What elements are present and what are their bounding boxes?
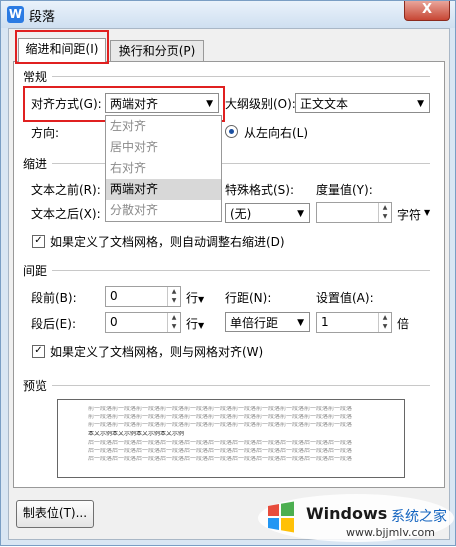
preview-line: 后一段落后一段落后一段落后一段落后一段落后一段落后一段落后一段落后一段落后一段落…: [88, 448, 353, 454]
spinner-arrows-icon[interactable]: ▲ ▼: [378, 203, 391, 222]
radio-dot-icon: [229, 129, 234, 134]
auto-right-indent-label: 如果定义了文档网格，则自动调整右缩进(D): [50, 235, 285, 249]
spinner-arrows-icon[interactable]: ▲ ▼: [167, 287, 180, 306]
outline-level-label: 大纲级别(O):: [225, 97, 296, 111]
space-before-unit[interactable]: 行▼: [186, 289, 204, 306]
indent-before-label: 文本之前(R):: [31, 183, 101, 197]
tab-stops-button[interactable]: 制表位(T)...: [16, 500, 94, 528]
space-before-input[interactable]: 0 ▲ ▼: [105, 286, 181, 307]
setting-value-input[interactable]: 1 ▲ ▼: [316, 312, 392, 333]
special-format-select[interactable]: (无) ▼: [225, 203, 310, 223]
dropdown-option-right[interactable]: 右对齐: [106, 158, 221, 179]
chevron-down-icon: ▼: [297, 209, 304, 219]
setting-value: 1: [321, 315, 329, 329]
ltr-radio[interactable]: [225, 125, 238, 138]
watermark-suffix: 系统之家: [391, 509, 447, 525]
spinner-arrows-icon[interactable]: ▲ ▼: [167, 313, 180, 332]
chevron-down-icon[interactable]: ▼: [424, 208, 430, 217]
tab-line-page-break[interactable]: 换行和分页(P): [110, 40, 204, 63]
line-spacing-value: 单倍行距: [230, 316, 279, 330]
dropdown-option-center[interactable]: 居中对齐: [106, 137, 221, 158]
divider: [52, 76, 430, 77]
dropdown-option-distributed[interactable]: 分散对齐: [106, 200, 221, 221]
spinner-arrows-icon[interactable]: ▲ ▼: [378, 313, 391, 332]
space-before-value: 0: [110, 289, 118, 303]
measure-input[interactable]: ▲ ▼: [316, 202, 392, 223]
line-spacing-select[interactable]: 单倍行距 ▼: [225, 312, 310, 332]
direction-label: 方向:: [31, 126, 60, 140]
outline-level-select[interactable]: 正文文本 ▼: [295, 93, 430, 113]
preview-line: 后一段落后一段落后一段落后一段落后一段落后一段落后一段落后一段落后一段落后一段落…: [88, 456, 353, 462]
watermark: Windows 系统之家 www.bjjmlv.com: [258, 490, 454, 544]
line-spacing-label: 行距(N):: [225, 291, 272, 305]
preview-line: 后一段落后一段落后一段落后一段落后一段落后一段落后一段落后一段落后一段落后一段落…: [88, 440, 353, 446]
section-indent: 缩进: [23, 157, 48, 171]
close-button[interactable]: X: [404, 1, 450, 21]
chevron-down-icon: ▼: [297, 318, 304, 328]
space-before-label: 段前(B):: [31, 291, 77, 305]
app-logo-icon: W: [7, 6, 24, 23]
title-bar[interactable]: W 段落 X: [1, 1, 455, 28]
space-after-input[interactable]: 0 ▲ ▼: [105, 312, 181, 333]
preview-line: 前一段落前一段落前一段落前一段落前一段落前一段落前一段落前一段落前一段落前一段落…: [88, 422, 353, 428]
dropdown-option-justify[interactable]: 两端对齐: [106, 179, 221, 200]
setting-unit: 倍: [397, 317, 410, 331]
snap-to-grid-checkbox[interactable]: ✓: [32, 345, 45, 358]
indent-after-label: 文本之后(X):: [31, 207, 101, 221]
space-after-value: 0: [110, 315, 118, 329]
tab-highlight-box: [15, 30, 109, 64]
special-format-value: (无): [230, 207, 252, 221]
section-spacing: 间距: [23, 264, 48, 278]
measure-unit[interactable]: 字符: [397, 206, 421, 223]
preview-sample-line: 本文示例本文示例本文示例本文示例: [88, 431, 185, 437]
watermark-brand: Windows: [306, 504, 388, 523]
dropdown-option-left[interactable]: 左对齐: [106, 116, 221, 137]
section-general: 常规: [23, 70, 48, 84]
watermark-url: www.bjjmlv.com: [346, 526, 435, 539]
section-preview: 预览: [23, 379, 48, 393]
chevron-down-icon: ▼: [417, 99, 424, 109]
preview-line: 前一段落前一段落前一段落前一段落前一段落前一段落前一段落前一段落前一段落前一段落…: [88, 406, 353, 412]
setting-value-label: 设置值(A):: [316, 291, 374, 305]
space-after-label: 段后(E):: [31, 317, 76, 331]
ltr-radio-label: 从左向右(L): [244, 126, 309, 140]
alignment-dropdown-list: 左对齐 居中对齐 右对齐 两端对齐 分散对齐: [105, 115, 222, 222]
divider: [52, 270, 430, 271]
preview-box: 前一段落前一段落前一段落前一段落前一段落前一段落前一段落前一段落前一段落前一段落…: [57, 399, 405, 478]
special-format-label: 特殊格式(S):: [225, 183, 295, 197]
window-title: 段落: [29, 10, 56, 25]
divider: [52, 385, 430, 386]
measure-label: 度量值(Y):: [316, 183, 373, 197]
space-after-unit[interactable]: 行▼: [186, 315, 204, 332]
outline-level-value: 正文文本: [300, 97, 349, 111]
auto-right-indent-checkbox[interactable]: ✓: [32, 235, 45, 248]
preview-line: 前一段落前一段落前一段落前一段落前一段落前一段落前一段落前一段落前一段落前一段落…: [88, 414, 353, 420]
snap-to-grid-label: 如果定义了文档网格，则与网格对齐(W): [50, 345, 264, 359]
